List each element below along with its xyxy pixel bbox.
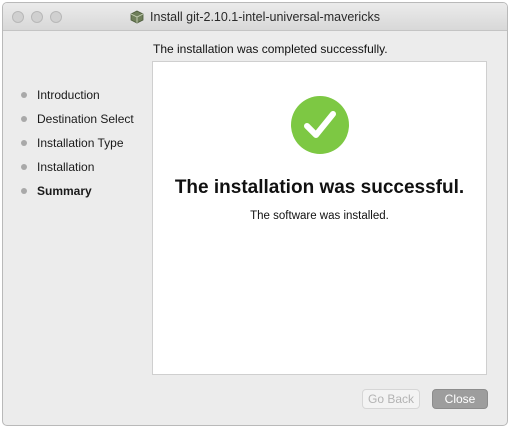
step-introduction: Introduction	[21, 83, 134, 107]
step-label: Summary	[37, 184, 92, 198]
title-bar[interactable]: Install git-2.10.1-intel-universal-maver…	[3, 3, 507, 31]
step-summary: Summary	[21, 179, 134, 203]
step-bullet-icon	[21, 164, 27, 170]
go-back-button[interactable]: Go Back	[362, 389, 420, 409]
step-installation-type: Installation Type	[21, 131, 134, 155]
success-headline: The installation was successful.	[174, 177, 465, 198]
installer-steps-sidebar: Introduction Destination Select Installa…	[21, 83, 134, 203]
step-label: Destination Select	[37, 112, 134, 126]
step-installation: Installation	[21, 155, 134, 179]
summary-panel: The installation was successful. The sof…	[152, 61, 487, 375]
status-subtitle: The installation was completed successfu…	[153, 42, 388, 56]
step-destination-select: Destination Select	[21, 107, 134, 131]
package-icon	[130, 10, 144, 24]
step-bullet-icon	[21, 140, 27, 146]
window-title: Install git-2.10.1-intel-universal-maver…	[150, 10, 380, 24]
window-title-area: Install git-2.10.1-intel-universal-maver…	[3, 3, 507, 31]
close-button[interactable]: Close	[432, 389, 488, 409]
installer-window: Install git-2.10.1-intel-universal-maver…	[2, 2, 508, 426]
step-bullet-icon	[21, 92, 27, 98]
step-label: Introduction	[37, 88, 100, 102]
checkmark-success-icon	[290, 95, 350, 155]
success-detail: The software was installed.	[250, 210, 389, 222]
step-label: Installation Type	[37, 136, 124, 150]
step-bullet-icon	[21, 116, 27, 122]
step-bullet-icon	[21, 188, 27, 194]
step-label: Installation	[37, 160, 95, 174]
